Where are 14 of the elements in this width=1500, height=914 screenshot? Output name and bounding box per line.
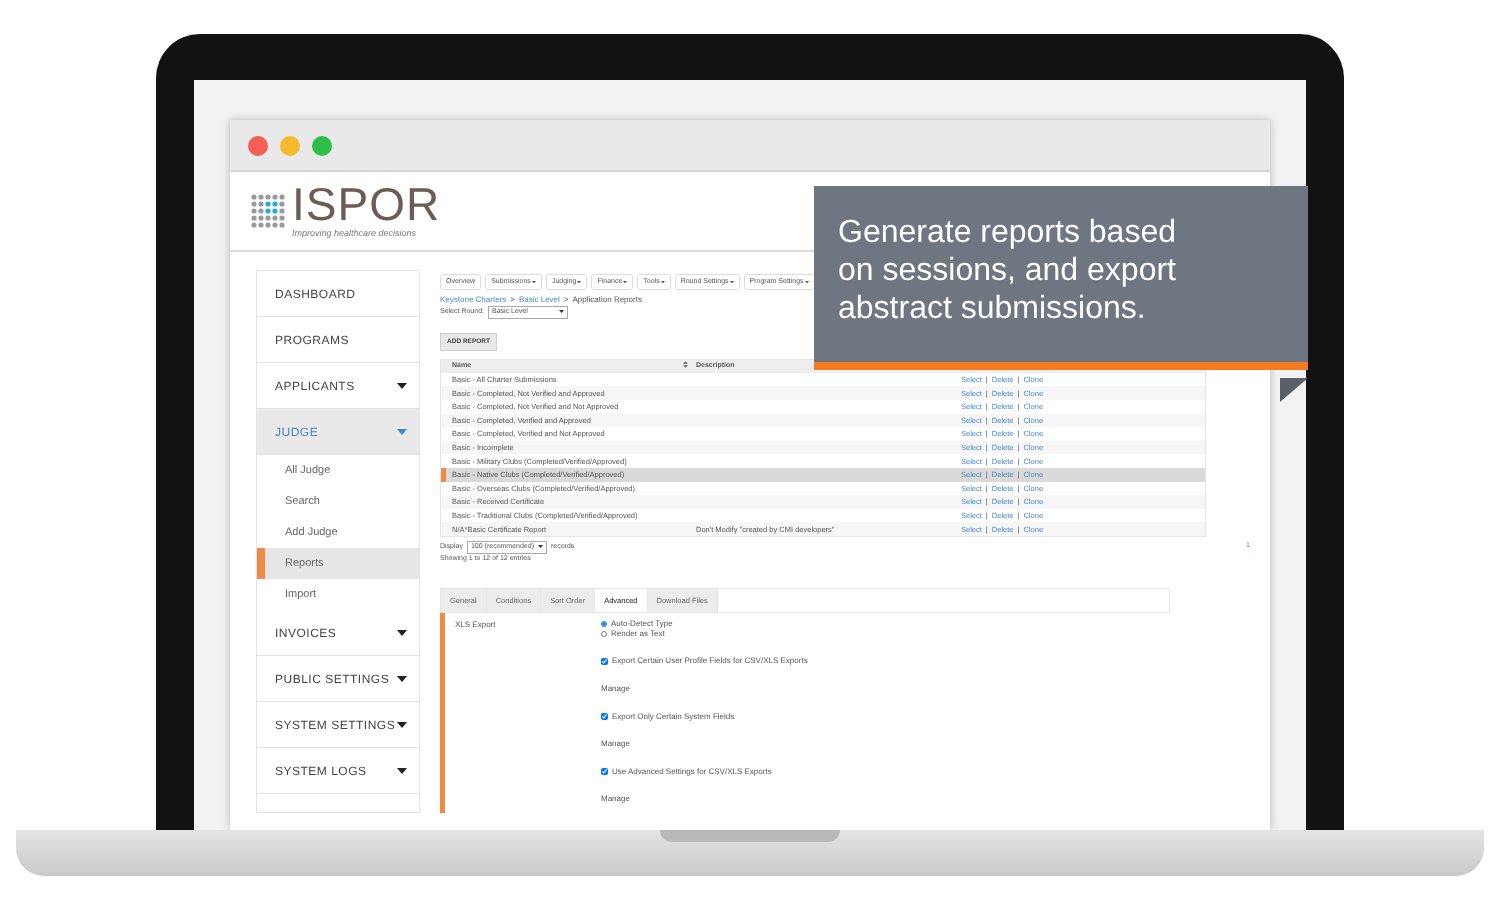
checkbox[interactable]: [601, 712, 608, 720]
checkbox[interactable]: [601, 768, 608, 776]
logo-icon: [250, 193, 286, 229]
sort-icon[interactable]: [683, 361, 688, 369]
callout-text: Generate reports based on sessions, and export abstract submissions.: [814, 186, 1308, 370]
logo-text: ISPOR: [292, 181, 441, 228]
close-button[interactable]: [248, 135, 268, 155]
callout-fold: [1280, 378, 1308, 402]
caret-icon: [559, 310, 564, 314]
caret-icon: [537, 544, 543, 548]
radio-button[interactable]: [601, 630, 607, 637]
checkbox[interactable]: [601, 657, 608, 665]
maximize-button[interactable]: [312, 135, 332, 155]
radio-button[interactable]: [601, 621, 607, 628]
